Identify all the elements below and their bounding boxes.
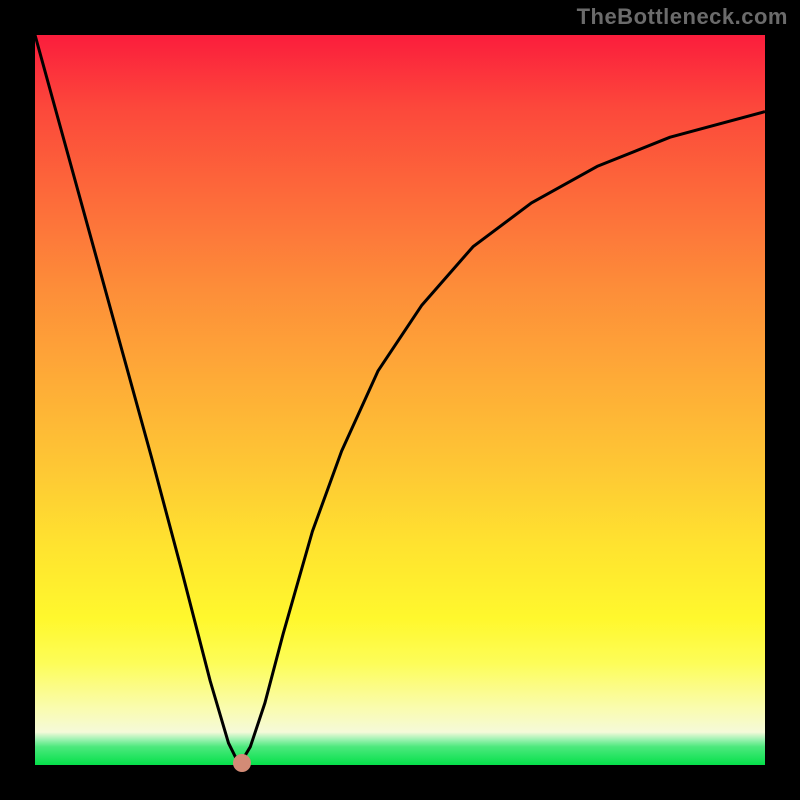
plot-area [35, 35, 765, 765]
watermark-text: TheBottleneck.com [577, 4, 788, 30]
min-marker-dot [233, 754, 251, 772]
bottleneck-curve [35, 35, 765, 765]
outer-frame: TheBottleneck.com [0, 0, 800, 800]
